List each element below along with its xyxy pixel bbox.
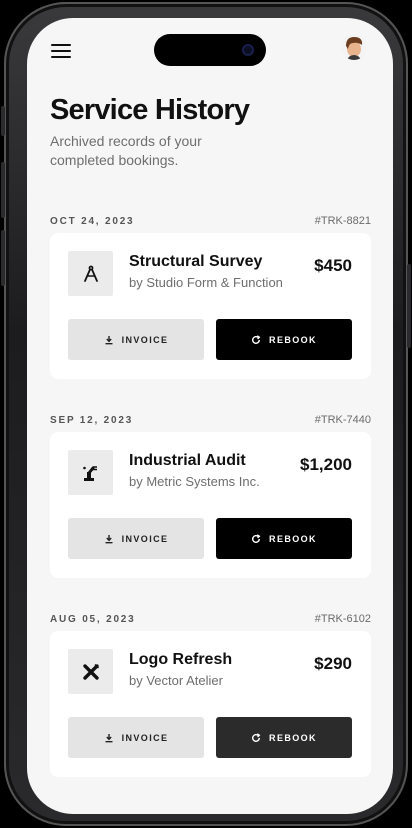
booking-ref: #TRK-7440 [314,414,371,426]
booking-date: OCT 24, 2023 [50,216,135,227]
service-name: Industrial Audit [129,452,246,469]
booking-ref: #TRK-8821 [314,215,371,227]
download-icon [105,733,113,742]
phone-frame: Service History Archived records of your… [1,2,411,826]
refresh-icon [252,732,261,742]
booking-meta: SEP 12, 2023 #TRK-7440 [50,414,371,428]
user-avatar[interactable] [341,34,367,60]
booking-card: Industrial Audit by Metric Systems Inc. … [50,432,371,578]
rebook-button[interactable]: REBOOK [216,319,352,360]
page-title: Service History [50,94,250,126]
booking-card: Structural Survey by Studio Form & Funct… [50,233,371,379]
invoice-button-label: INVOICE [121,334,169,345]
service-thumbnail [68,251,113,296]
invoice-button-label: INVOICE [121,533,169,544]
volume-up-button [1,162,5,218]
volume-down-button [1,230,5,286]
rebook-button-label: REBOOK [269,334,317,345]
invoice-button[interactable]: INVOICE [68,717,204,758]
booking-ref: #TRK-6102 [314,613,371,625]
rebook-button[interactable]: REBOOK [216,518,352,559]
booking-date: AUG 05, 2023 [50,614,136,625]
booking-meta: OCT 24, 2023 #TRK-8821 [50,215,371,229]
dynamic-island [154,34,266,66]
power-button [407,264,411,348]
booking-date: SEP 12, 2023 [50,415,134,426]
compass-icon [83,265,98,282]
robot-arm-icon [82,465,97,481]
refresh-icon [252,533,261,543]
booking-card: Logo Refresh by Vector Atelier $290 INVO… [50,631,371,777]
download-icon [105,534,113,543]
service-price: $450 [314,256,352,275]
service-price: $1,200 [300,455,352,474]
service-provider: by Studio Form & Function [129,275,283,290]
service-thumbnail [68,450,113,495]
service-name: Structural Survey [129,253,263,270]
booking-meta: AUG 05, 2023 #TRK-6102 [50,613,371,627]
hamburger-menu-icon[interactable] [51,44,71,58]
download-icon [105,335,113,344]
rebook-button-label: REBOOK [269,732,317,743]
action-button [1,106,5,136]
service-name: Logo Refresh [129,651,233,668]
rebook-button-label: REBOOK [269,533,317,544]
rebook-button[interactable]: REBOOK [216,717,352,758]
invoice-button-label: INVOICE [121,732,169,743]
page-subtitle: Archived records of your completed booki… [50,133,202,168]
invoice-button[interactable]: INVOICE [68,319,204,360]
service-thumbnail [68,649,113,694]
app-screen: Service History Archived records of your… [27,18,393,814]
refresh-icon [252,334,261,344]
service-provider: by Metric Systems Inc. [129,474,260,489]
invoice-button[interactable]: INVOICE [68,518,204,559]
service-price: $290 [314,654,352,673]
design-tools-icon [82,663,99,680]
service-provider: by Vector Atelier [129,673,223,688]
